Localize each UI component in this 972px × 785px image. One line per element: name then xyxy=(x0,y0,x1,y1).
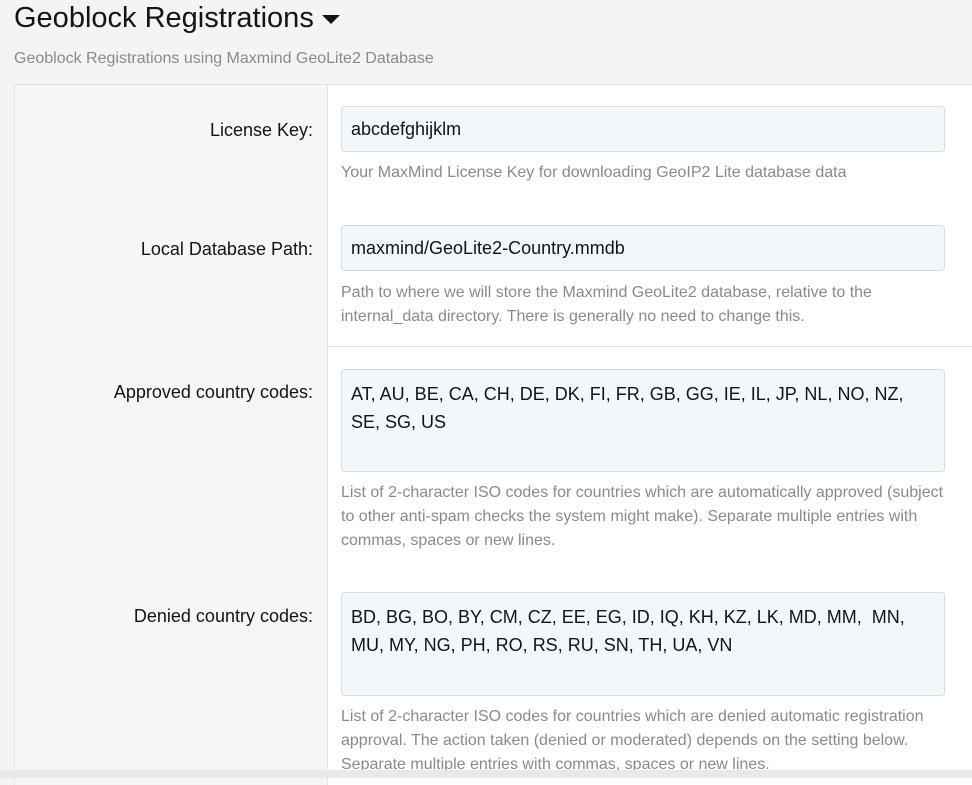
page-subtitle: Geoblock Registrations using Maxmind Geo… xyxy=(14,50,434,67)
db-path-hint: Path to where we will store the Maxmind … xyxy=(341,284,872,325)
section-divider xyxy=(328,346,972,347)
license-key-hint: Your MaxMind License Key for downloading… xyxy=(341,164,847,181)
license-key-label: License Key: xyxy=(209,120,313,140)
db-path-input[interactable] xyxy=(341,225,945,271)
label-column xyxy=(15,85,328,785)
db-path-label: Local Database Path: xyxy=(140,239,313,259)
scroll-edge xyxy=(0,770,972,778)
options-form: License Key: Your MaxMind License Key fo… xyxy=(14,84,972,785)
denied-codes-textarea[interactable]: BD, BG, BO, BY, CM, CZ, EE, EG, ID, IQ, … xyxy=(341,592,945,696)
denied-codes-hint: List of 2-character ISO codes for countr… xyxy=(341,708,924,773)
license-key-input[interactable] xyxy=(341,106,945,152)
approved-codes-label: Approved country codes: xyxy=(113,382,313,402)
approved-codes-textarea[interactable]: AT, AU, BE, CA, CH, DE, DK, FI, FR, GB, … xyxy=(341,369,945,472)
page-header: Geoblock Registrations xyxy=(14,0,340,36)
denied-codes-label: Denied country codes: xyxy=(133,606,313,626)
caret-down-icon[interactable] xyxy=(321,14,340,24)
approved-codes-hint: List of 2-character ISO codes for countr… xyxy=(341,484,944,549)
page-title-text: Geoblock Registrations xyxy=(14,2,314,34)
page-title: Geoblock Registrations xyxy=(14,0,340,36)
